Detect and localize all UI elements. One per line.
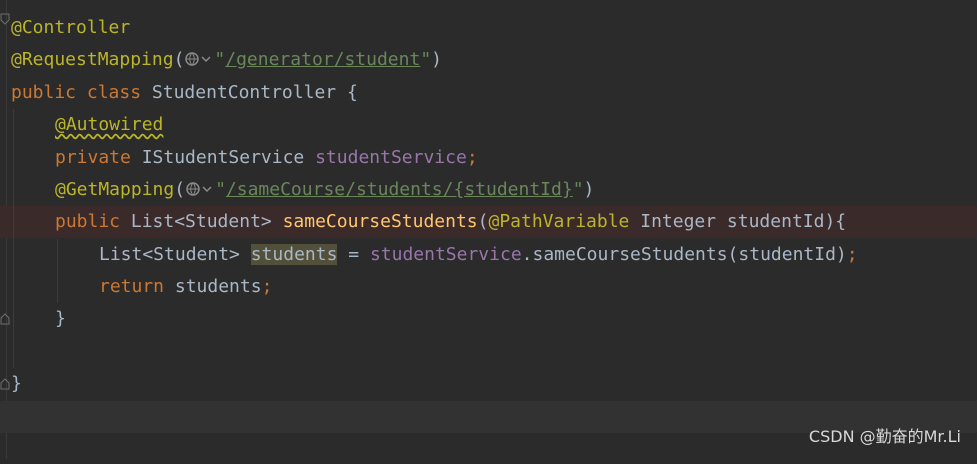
code-line-4[interactable]: @Autowired: [0, 109, 977, 141]
annotation-get-mapping: @GetMapping: [55, 179, 175, 200]
url-link[interactable]: /sameCourse/students/: [226, 179, 454, 200]
annotation-request-mapping: @RequestMapping: [11, 49, 174, 70]
code-editor[interactable]: @Controller @RequestMapping("/generator/…: [0, 0, 977, 459]
highlighted-variable: students: [250, 244, 338, 265]
code-line-11[interactable]: [0, 336, 977, 368]
class-name: StudentController: [151, 82, 337, 103]
code-line-3[interactable]: public class StudentController {: [0, 77, 977, 109]
globe-icon[interactable]: [184, 50, 214, 68]
code-line-9[interactable]: return students;: [0, 271, 977, 303]
code-line-10[interactable]: }: [0, 303, 977, 335]
url-path-variable[interactable]: {studentId}: [453, 179, 572, 200]
globe-icon[interactable]: [185, 180, 215, 198]
url-link[interactable]: /generator/student: [225, 49, 420, 70]
code-line-12[interactable]: }: [0, 368, 977, 400]
annotation-autowired: @Autowired: [55, 114, 164, 135]
code-line-5[interactable]: private IStudentService studentService;: [0, 142, 977, 174]
code-line-2[interactable]: @RequestMapping("/generator/student"): [0, 44, 977, 76]
method-name: sameCourseStudents: [282, 211, 478, 232]
code-line-7[interactable]: public List<Student> sameCourseStudents(…: [0, 206, 977, 238]
code-line-1[interactable]: @Controller: [0, 12, 977, 44]
watermark: CSDN @勤奋的Mr.Li: [808, 427, 961, 446]
code-line-8[interactable]: List<Student> students = studentService.…: [0, 239, 977, 271]
indent-guide: [57, 239, 58, 303]
annotation-controller: @Controller: [11, 17, 131, 38]
code-line-6[interactable]: @GetMapping("/sameCourse/students/{stude…: [0, 174, 977, 206]
indent-guide: [13, 109, 14, 368]
